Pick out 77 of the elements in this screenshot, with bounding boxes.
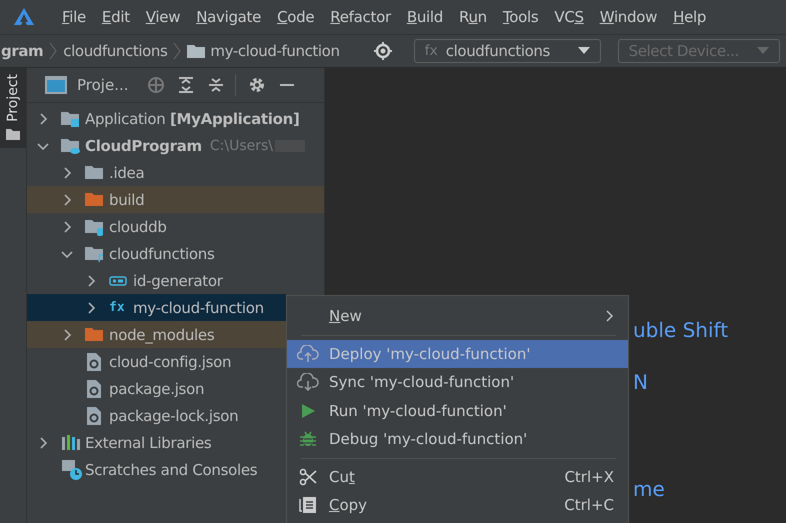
item-label: package-lock.json (109, 406, 238, 424)
editor-hint: uble Shift (633, 318, 730, 342)
tree-item[interactable]: cloudfunctions (27, 240, 324, 267)
menu-item[interactable]: Code (269, 8, 322, 26)
item-label: my-cloud-function (133, 298, 264, 316)
folder-icon (85, 190, 105, 208)
folder-icon (85, 326, 105, 344)
breadcrumb[interactable]: my-cloud-function (210, 42, 340, 60)
item-label: id-generator (133, 272, 223, 290)
window-icon (45, 76, 67, 94)
function-icon: fx (109, 300, 125, 315)
item-label: cloudfunctions (109, 244, 215, 262)
project-tab[interactable]: Project (0, 68, 26, 148)
panel-title[interactable]: Proje... (77, 76, 128, 94)
run-icon (300, 402, 316, 419)
editor-hint: N (633, 370, 649, 394)
module-folder-icon (61, 110, 81, 128)
tree-item[interactable]: id-generator (27, 267, 324, 294)
app-logo-icon (13, 7, 35, 27)
item-label: cloud-config.json (109, 352, 232, 370)
editor-hint: me (633, 477, 666, 501)
libraries-icon (61, 434, 81, 452)
object-icon (109, 276, 127, 286)
item-label: External Libraries (85, 434, 212, 452)
menu-item[interactable]: Copy Ctrl+C (287, 491, 628, 520)
folder-icon (187, 44, 206, 58)
copy-icon (299, 496, 317, 514)
item-label: Application [MyApplication] (85, 110, 300, 128)
json-file-icon (85, 406, 103, 426)
tree-item[interactable]: clouddb (27, 213, 324, 240)
breadcrumb[interactable]: gram (1, 42, 44, 60)
menu-item[interactable]: Edit (94, 8, 138, 26)
item-label: .idea (109, 164, 144, 182)
menu-item[interactable]: Refactor (322, 8, 399, 26)
dropdown-arrow-icon (578, 47, 590, 55)
settings-icon[interactable] (248, 76, 266, 94)
menu-item[interactable]: Run (451, 8, 495, 26)
chevron-icon (49, 42, 58, 60)
scissors-icon (299, 468, 317, 486)
folder-icon (6, 128, 20, 140)
breadcrumb[interactable]: cloudfunctions (63, 42, 168, 60)
tree-item[interactable]: CloudProgram C:\Users\ (27, 132, 324, 159)
run-config-dropdown[interactable]: fx cloudfunctions (414, 39, 601, 63)
menu-item[interactable]: File (54, 8, 94, 26)
menu-item[interactable]: Window (592, 8, 666, 26)
json-file-icon (85, 378, 103, 398)
cloud-folder-icon (61, 136, 81, 154)
json-file-icon (85, 352, 103, 372)
item-label: build (109, 190, 144, 208)
item-label: Scratches and Consoles (85, 460, 258, 478)
chevron-icon (173, 42, 182, 60)
tree-item[interactable]: build (27, 186, 324, 213)
menu-item[interactable]: VCS (546, 8, 592, 26)
cloud-upload-icon (297, 344, 319, 363)
collapse-all-icon[interactable] (206, 76, 224, 94)
tree-item[interactable]: fx my-cloud-function (27, 294, 286, 321)
menu-item[interactable]: Tools (494, 8, 546, 26)
menu-item[interactable]: Help (665, 8, 714, 26)
function-folder-icon (85, 244, 105, 262)
database-folder-icon (85, 218, 105, 236)
tree-item[interactable]: .idea (27, 159, 324, 186)
cloud-download-icon (297, 373, 319, 392)
expand-all-icon[interactable] (176, 76, 194, 94)
menu-item[interactable]: View (138, 8, 188, 26)
scratches-icon (61, 458, 83, 480)
item-label: node_modules (109, 326, 214, 344)
dropdown-arrow-icon (756, 47, 769, 55)
bug-icon (299, 430, 317, 448)
tree-item[interactable]: Application [MyApplication] (27, 105, 324, 132)
item-label: package.json (109, 380, 204, 398)
item-path: C:\Users\ (210, 138, 273, 154)
menu-item[interactable]: Navigate (188, 8, 270, 26)
folder-icon (85, 164, 105, 182)
menu-item[interactable]: Build (398, 8, 451, 26)
item-label: clouddb (109, 218, 167, 236)
item-label: CloudProgram (85, 136, 202, 154)
locate-icon[interactable] (372, 41, 393, 61)
